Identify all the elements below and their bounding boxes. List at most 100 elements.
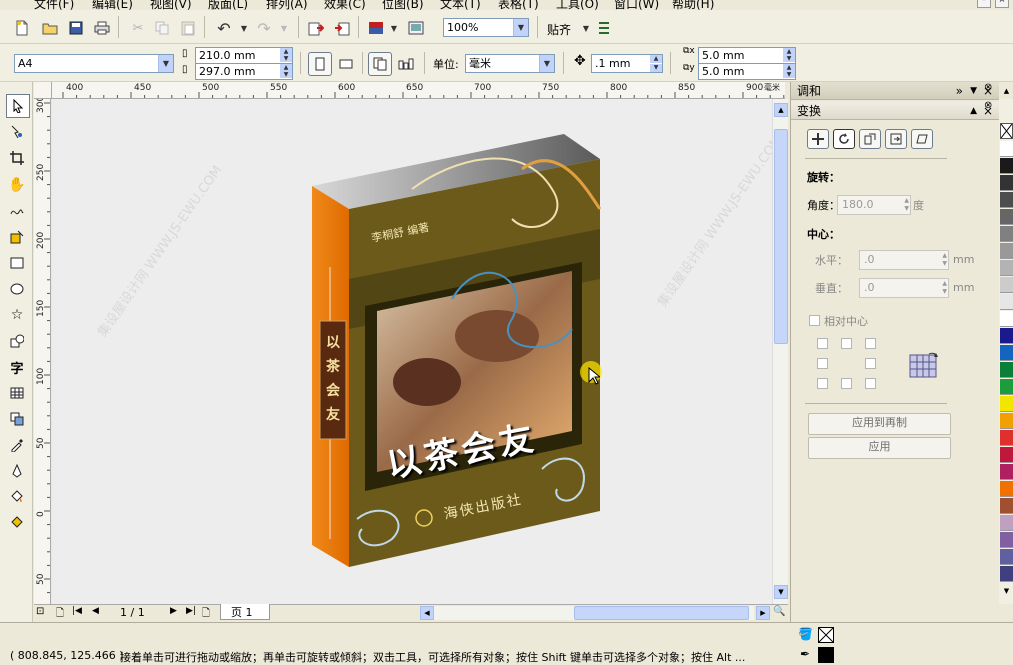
scale-mirror-icon[interactable] (859, 129, 881, 149)
color-swatch[interactable] (1000, 175, 1013, 191)
spin-up-icon[interactable]: ▲ (650, 55, 662, 63)
save-icon[interactable] (66, 18, 86, 38)
undo-icon[interactable]: ↶ (214, 18, 234, 38)
color-swatch[interactable] (1000, 413, 1013, 429)
portrait-icon[interactable] (308, 52, 332, 76)
anchor-bottom-right[interactable] (865, 378, 876, 389)
launcher-dropdown-icon[interactable]: ▼ (384, 18, 404, 38)
units-select[interactable]: 毫米 ▼ (465, 54, 555, 73)
color-swatch[interactable] (1000, 481, 1013, 497)
ellipse-tool-icon[interactable] (6, 278, 28, 300)
center-vertical-field[interactable]: .0 ▲ ▼ (859, 278, 949, 298)
options-icon[interactable] (594, 18, 614, 38)
menu-layout[interactable]: 版面(L) (208, 0, 248, 10)
current-page-icon[interactable] (396, 54, 416, 74)
scroll-down-icon[interactable]: ▼ (774, 585, 788, 599)
menu-arrange[interactable]: 排列(A) (266, 0, 308, 10)
docker-close-icon[interactable]: ⊗ (984, 82, 992, 93)
spin-down-icon[interactable]: ▼ (783, 55, 795, 62)
vertical-ruler[interactable]: 300 250 200 150 100 50 0 50 (34, 99, 51, 604)
interactive-blend-tool-icon[interactable] (6, 408, 28, 430)
scroll-thumb[interactable] (774, 129, 788, 344)
position-icon[interactable] (807, 129, 829, 149)
color-swatch[interactable] (1000, 379, 1013, 395)
anchor-bottom-left[interactable] (817, 378, 828, 389)
new-document-icon[interactable] (12, 18, 32, 38)
palette-scroll-down-icon[interactable]: ▼ (1000, 587, 1013, 601)
export-icon[interactable] (332, 18, 352, 38)
color-swatch[interactable] (1000, 549, 1013, 565)
add-page-before-icon[interactable]: 🗋 (56, 606, 64, 623)
anchor-top-right[interactable] (865, 338, 876, 349)
menu-table[interactable]: 表格(T) (498, 0, 539, 10)
minimize-icon[interactable]: – (977, 0, 991, 8)
previous-page-icon[interactable]: ◀ (92, 606, 99, 616)
pick-tool-icon[interactable] (6, 94, 30, 118)
no-fill-swatch[interactable] (1000, 123, 1013, 139)
menu-help[interactable]: 帮助(H) (672, 0, 714, 10)
angle-field[interactable]: 180.0 ▲ ▼ (837, 195, 911, 215)
open-icon[interactable] (40, 18, 60, 38)
color-swatch[interactable] (1000, 226, 1013, 242)
color-swatch[interactable] (1000, 192, 1013, 208)
anchor-middle-right[interactable] (865, 358, 876, 369)
menu-file[interactable]: 文件(F) (34, 0, 74, 10)
menu-bitmaps[interactable]: 位图(B) (382, 0, 424, 10)
color-swatch[interactable] (1000, 277, 1013, 293)
polygon-tool-icon[interactable]: ☆ (6, 304, 28, 326)
color-swatch[interactable] (1000, 294, 1013, 310)
spin-down-icon[interactable]: ▼ (280, 55, 292, 62)
all-pages-icon[interactable] (368, 52, 392, 76)
pan-tool-icon[interactable]: ✋ (6, 174, 28, 196)
spin-up-icon[interactable]: ▲ (280, 64, 292, 71)
color-swatch[interactable] (1000, 464, 1013, 480)
paste-icon[interactable] (178, 18, 198, 38)
palette-scroll-up-icon[interactable]: ▲ (1000, 87, 1013, 99)
landscape-icon[interactable] (336, 54, 356, 74)
last-page-icon[interactable]: ▶| (186, 606, 196, 616)
ruler-origin-icon[interactable] (34, 82, 52, 99)
copy-icon[interactable] (152, 18, 172, 38)
vertical-scrollbar[interactable]: ▲ ▼ (772, 99, 788, 604)
scroll-left-icon[interactable]: ◀ (420, 606, 434, 620)
page-width-field[interactable]: 210.0 mm ▲ ▼ (195, 47, 293, 64)
smart-fill-tool-icon[interactable] (6, 226, 28, 248)
table-tool-icon[interactable] (6, 382, 28, 404)
menu-view[interactable]: 视图(V) (150, 0, 192, 10)
scroll-up-icon[interactable]: ▲ (774, 103, 788, 117)
color-swatch[interactable] (1000, 311, 1013, 327)
color-swatch[interactable] (1000, 260, 1013, 276)
size-icon[interactable] (885, 129, 907, 149)
application-launcher-icon[interactable] (366, 18, 386, 38)
color-swatch[interactable] (1000, 396, 1013, 412)
menu-tools[interactable]: 工具(O) (556, 0, 599, 10)
add-page-after-icon[interactable]: 🗋 (202, 606, 210, 623)
relative-center-checkbox[interactable] (809, 315, 820, 326)
outline-swatch[interactable] (818, 647, 834, 663)
anchor-bottom-center[interactable] (841, 378, 852, 389)
basic-shapes-tool-icon[interactable] (6, 330, 28, 352)
chevron-up-icon[interactable]: ▲ (970, 102, 977, 120)
apply-to-duplicate-button[interactable]: 应用到再制 (808, 413, 951, 435)
page-tab[interactable]: 页 1 (220, 604, 270, 620)
print-icon[interactable] (92, 18, 112, 38)
spin-up-icon[interactable]: ▲ (783, 64, 795, 71)
anchor-top-left[interactable] (817, 338, 828, 349)
color-swatch[interactable] (1000, 447, 1013, 463)
welcome-screen-icon[interactable] (406, 18, 426, 38)
next-page-icon[interactable]: ▶ (170, 606, 177, 616)
color-swatch[interactable] (1000, 362, 1013, 378)
import-icon[interactable] (306, 18, 326, 38)
color-swatch[interactable] (1000, 345, 1013, 361)
color-swatch[interactable] (1000, 532, 1013, 548)
redo-dropdown-icon[interactable]: ▼ (274, 18, 294, 38)
text-tool-icon[interactable]: 字 (6, 356, 28, 378)
shape-tool-icon[interactable] (6, 121, 28, 143)
rectangle-tool-icon[interactable] (6, 252, 28, 274)
rotate-icon[interactable] (833, 129, 855, 149)
duplicate-distance-y-field[interactable]: 5.0 mm ▲ ▼ (698, 63, 796, 80)
skew-icon[interactable] (911, 129, 933, 149)
horizontal-scrollbar[interactable] (434, 606, 754, 620)
horizontal-ruler[interactable]: 400 450 500 550 600 650 700 750 800 850 … (52, 82, 785, 99)
cut-icon[interactable]: ✂ (128, 18, 148, 38)
